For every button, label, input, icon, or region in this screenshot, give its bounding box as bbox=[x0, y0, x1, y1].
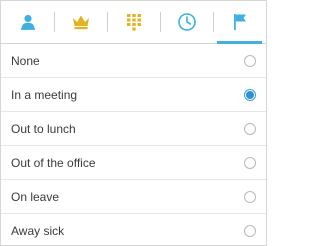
status-option-in-a-meeting[interactable]: In a meeting bbox=[1, 78, 266, 112]
status-option-on-leave[interactable]: On leave bbox=[1, 180, 266, 214]
tab-favorites[interactable] bbox=[54, 1, 107, 43]
status-option-away-sick[interactable]: Away sick bbox=[1, 214, 266, 245]
keypad-icon bbox=[126, 13, 142, 31]
status-label: In a meeting bbox=[11, 87, 78, 102]
status-option-none[interactable]: None bbox=[1, 44, 266, 78]
radio-button-checked[interactable] bbox=[244, 88, 256, 101]
radio-button[interactable] bbox=[244, 224, 256, 237]
status-label: On leave bbox=[11, 189, 60, 204]
status-label: Out of the office bbox=[11, 155, 96, 170]
status-panel: None In a meeting Out to lunch Out of th… bbox=[0, 0, 267, 246]
status-label: Out to lunch bbox=[11, 121, 76, 136]
user-icon bbox=[19, 13, 37, 31]
tab-contacts[interactable] bbox=[1, 1, 54, 43]
status-option-out-to-lunch[interactable]: Out to lunch bbox=[1, 112, 266, 146]
radio-button[interactable] bbox=[244, 190, 256, 203]
radio-button[interactable] bbox=[244, 156, 256, 169]
tab-bar bbox=[1, 1, 266, 44]
tab-status[interactable] bbox=[213, 1, 266, 44]
radio-button[interactable] bbox=[244, 122, 256, 135]
status-list: None In a meeting Out to lunch Out of th… bbox=[1, 44, 266, 245]
status-option-out-of-office[interactable]: Out of the office bbox=[1, 146, 266, 180]
status-label: None bbox=[11, 53, 40, 68]
flag-icon bbox=[231, 12, 249, 32]
tab-history[interactable] bbox=[160, 1, 213, 43]
tab-dialpad[interactable] bbox=[107, 1, 160, 43]
clock-icon bbox=[177, 12, 197, 32]
status-label: Away sick bbox=[11, 223, 65, 238]
radio-button[interactable] bbox=[244, 54, 256, 67]
crown-icon bbox=[71, 13, 91, 31]
